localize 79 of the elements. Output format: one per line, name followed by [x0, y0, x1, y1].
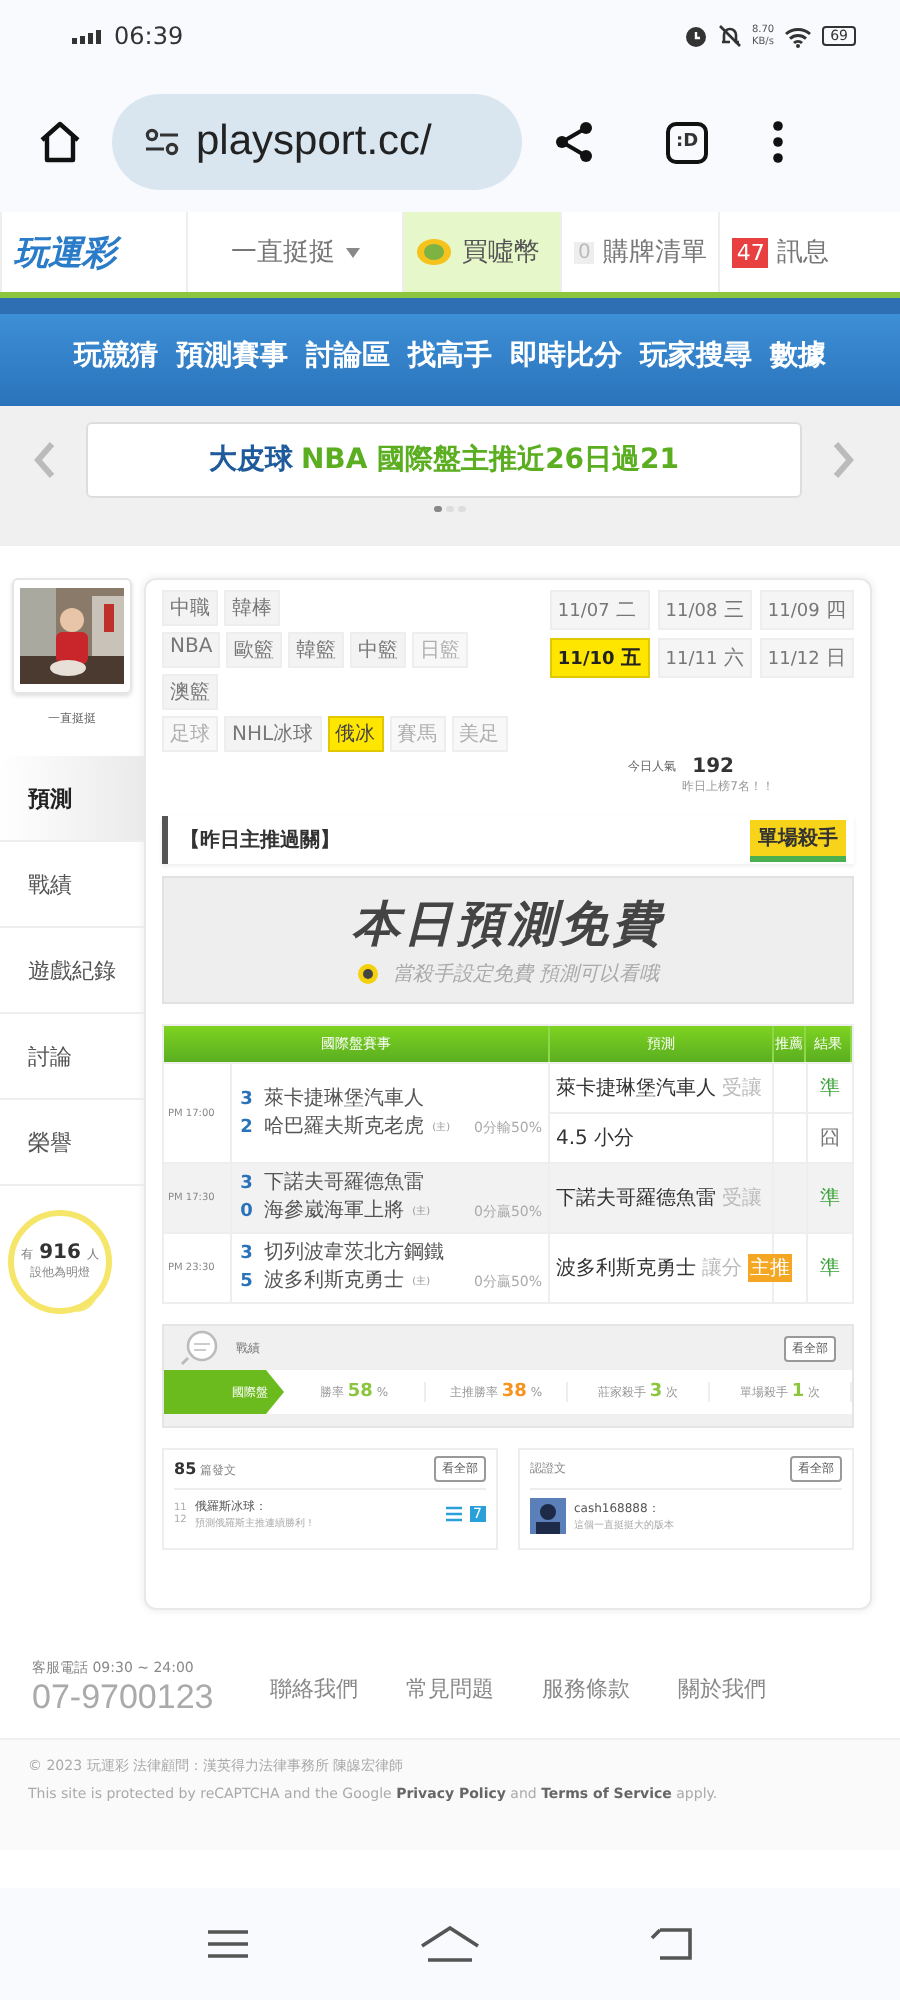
user-avatar	[530, 1498, 566, 1534]
site-logo[interactable]: 玩運彩	[0, 212, 186, 292]
footer-link[interactable]: 常見問題	[405, 1673, 494, 1703]
headline-banner[interactable]: 大皮球 NBA 國際盤主推近26日過21	[86, 422, 802, 498]
league-chip[interactable]: 俄冰	[327, 716, 384, 752]
score: 3	[240, 1172, 255, 1198]
coin-icon	[416, 238, 452, 266]
league-chip[interactable]: 韓棒	[224, 590, 280, 626]
result-text: 準	[818, 1186, 842, 1214]
team-name: 萊卡捷琳堡汽車人	[264, 1085, 425, 1113]
back-icon[interactable]	[650, 1926, 695, 1962]
nav-link[interactable]: 討論區	[306, 338, 390, 374]
date-chip[interactable]: 11/11 六	[657, 638, 752, 678]
more-menu-icon[interactable]	[772, 120, 785, 164]
service-phone: 07-9700123	[32, 1678, 214, 1718]
score: 3	[240, 1087, 255, 1113]
nav-link[interactable]: 玩家搜尋	[640, 338, 752, 374]
league-chip[interactable]: NBA	[162, 632, 221, 668]
nav-link[interactable]: 玩競猜	[74, 338, 158, 374]
tab-switcher-button[interactable]: :D	[666, 121, 709, 163]
date-chip[interactable]: 11/07 二	[549, 590, 650, 630]
league-chip[interactable]: 中籃	[350, 632, 407, 668]
signal-icon	[72, 28, 104, 44]
pick-text: 波多利斯克勇士	[556, 1255, 696, 1282]
team-name: 哈巴羅夫斯克老虎	[264, 1113, 425, 1141]
pick-type: 讓分	[702, 1255, 742, 1282]
score: 3	[240, 1242, 255, 1268]
footer-link[interactable]: 服務條款	[541, 1673, 630, 1703]
league-chip[interactable]: 澳籃	[162, 674, 218, 710]
main-pick-badge: 主推	[748, 1254, 792, 1282]
date-chip[interactable]: 11/08 三	[657, 590, 752, 630]
killer-badge: 單場殺手	[750, 819, 846, 861]
league-chip[interactable]: 歐籃	[226, 632, 283, 668]
date-chip[interactable]: 11/12 日	[759, 638, 854, 678]
league-chip[interactable]: 中職	[162, 590, 218, 626]
profile-tab[interactable]: 預測	[0, 756, 144, 842]
league-chip[interactable]: NHL冰球	[224, 716, 322, 752]
popularity-value: 192	[692, 756, 734, 778]
result-text: 準	[818, 1256, 842, 1284]
home-icon[interactable]	[36, 118, 84, 166]
pick-text: 萊卡捷琳堡汽車人	[556, 1075, 716, 1102]
alarm-icon	[683, 24, 708, 48]
team-name: 波多利斯克勇士	[264, 1268, 405, 1296]
buy-coin-button[interactable]: 買噓幣	[402, 212, 560, 292]
score: 5	[240, 1270, 255, 1296]
nav-link[interactable]: 找高手	[408, 338, 492, 374]
score: 2	[240, 1115, 255, 1141]
share-icon[interactable]	[550, 118, 598, 166]
footer-link[interactable]: 關於我們	[677, 1673, 766, 1703]
footer-link[interactable]: 聯絡我們	[269, 1673, 358, 1703]
list-icon	[445, 1506, 462, 1522]
free-subtitle: 當殺手設定免費 預測可以看哦	[392, 961, 660, 988]
result-text: 囧	[818, 1126, 842, 1154]
team-name: 下諾夫哥羅德魚雷	[264, 1170, 425, 1198]
free-title: 本日預測免費	[352, 894, 664, 956]
team-name: 切列波韋茨北方鋼鐵	[264, 1240, 445, 1268]
status-time: 06:39	[114, 22, 184, 50]
date-chip[interactable]: 11/09 四	[759, 590, 854, 630]
league-chip[interactable]: 韓籃	[288, 632, 345, 668]
highlight-title: 【昨日主推過關】	[180, 826, 340, 854]
address-bar[interactable]: playsport.cc/	[112, 94, 522, 190]
pick-text: 4.5 小分	[556, 1125, 635, 1152]
home-icon[interactable]	[419, 1926, 480, 1962]
nav-link[interactable]: 即時比分	[510, 338, 622, 374]
nav-link[interactable]: 數據	[770, 338, 826, 374]
caret-icon	[345, 247, 359, 257]
menu-icon[interactable]	[205, 1928, 250, 1960]
wifi-icon	[784, 25, 813, 47]
mute-bell-icon	[717, 24, 742, 48]
result-text: 準	[818, 1076, 842, 1104]
nav-link[interactable]: 預測賽事	[176, 338, 288, 374]
date-chip[interactable]: 11/10 五	[549, 638, 650, 678]
score: 0	[240, 1200, 255, 1226]
message-count-badge: 47	[732, 237, 769, 267]
pick-text: 下諾夫哥羅德魚雷	[556, 1185, 716, 1212]
site-settings-icon[interactable]	[144, 128, 180, 156]
team-name: 海參崴海軍上將	[264, 1198, 405, 1226]
pick-type: 受讓	[722, 1075, 762, 1102]
messages-link[interactable]: 47 訊息	[718, 212, 841, 292]
